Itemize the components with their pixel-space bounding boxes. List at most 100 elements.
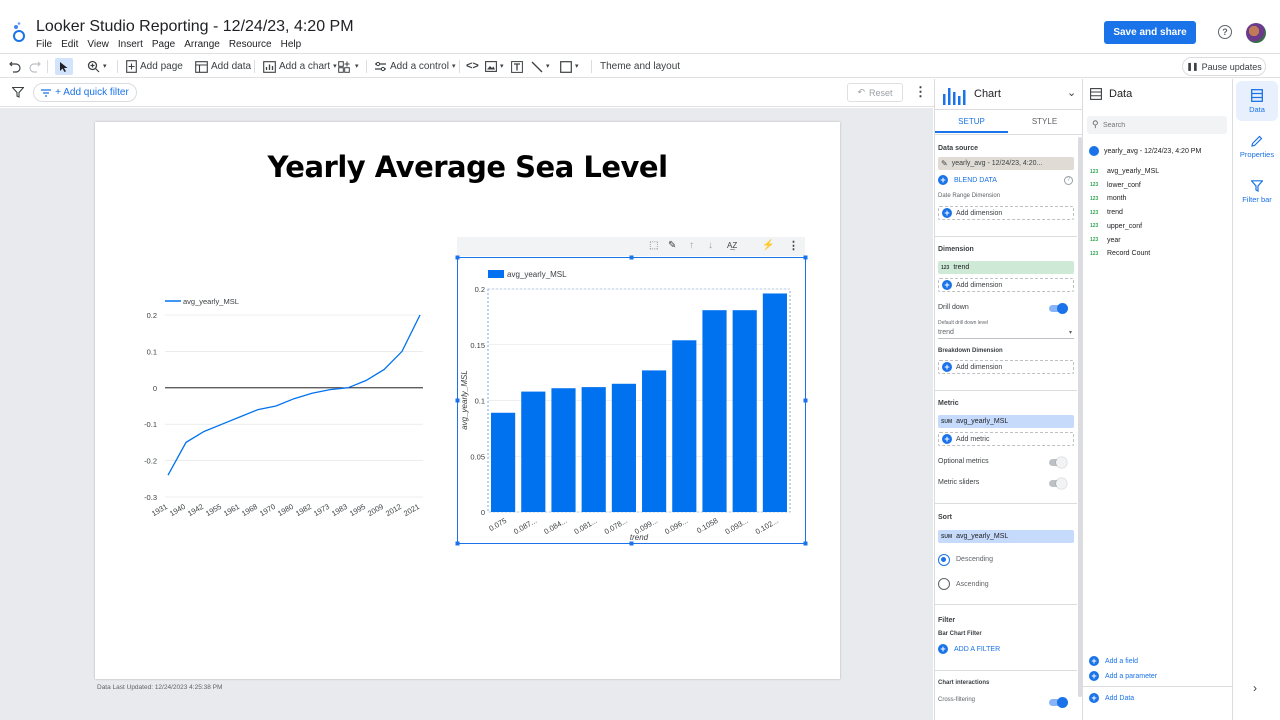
metric-chip-avg-yearly-msl[interactable]: SUM avg_yearly_MSL — [938, 415, 1074, 428]
default-drill-level-select[interactable]: trend ▾ — [938, 329, 1074, 339]
menu-arrange[interactable]: Arrange — [184, 39, 225, 50]
field-search[interactable]: ⚲ — [1087, 116, 1227, 134]
add-date-dimension-button[interactable]: + Add dimension — [938, 206, 1074, 220]
line-chart[interactable]: 0.2 0.1 0 -0.1 -0.2 -0.3 1931 1940 1942 1955 1961… — [140, 290, 440, 525]
chart-more-icon[interactable]: ⋮ — [788, 239, 799, 252]
resize-handle[interactable] — [629, 255, 634, 260]
metric-value: avg_yearly_MSL — [956, 418, 1009, 425]
bar-legend-swatch — [488, 270, 504, 278]
lightning-icon[interactable]: ⚡ — [762, 240, 774, 251]
dimension-label: Dimension — [938, 246, 974, 253]
add-page-button[interactable]: Add page — [126, 58, 183, 75]
menu-file[interactable]: File — [36, 39, 57, 50]
data-source-selector[interactable]: ✎ yearly_avg - 12/24/23, 4:20... — [938, 157, 1074, 170]
report-title[interactable]: Yearly Average Sea Level — [95, 150, 840, 184]
text-icon[interactable] — [511, 58, 523, 75]
resize-handle[interactable] — [455, 255, 460, 260]
reset-label: Reset — [869, 87, 893, 98]
add-quick-filter-button[interactable]: + Add quick filter — [33, 83, 137, 102]
image-icon[interactable]: ▾ — [485, 58, 504, 75]
field-item[interactable]: 123 upper_conf — [1090, 223, 1142, 230]
menu-resource[interactable]: Resource — [229, 39, 277, 50]
add-data-button[interactable]: Add data — [195, 58, 251, 75]
menu-help[interactable]: Help — [281, 39, 307, 50]
chart-type-dropdown-icon[interactable]: ⌄ — [1067, 86, 1076, 99]
save-and-share-button[interactable]: Save and share — [1104, 21, 1196, 44]
blend-data-button[interactable]: + BLEND DATA — [938, 175, 997, 185]
looker-studio-logo-icon[interactable] — [12, 22, 26, 42]
arrow-down-icon[interactable]: ↓ — [708, 240, 713, 251]
line-icon[interactable]: ▾ — [531, 58, 550, 75]
sort-chip[interactable]: SUM avg_yearly_MSL — [938, 530, 1074, 543]
menu-page[interactable]: Page — [152, 39, 180, 50]
embed-code-icon[interactable]: <> — [466, 58, 479, 75]
field-item[interactable]: 123 month — [1090, 195, 1126, 202]
resize-handle[interactable] — [455, 398, 460, 403]
reset-button[interactable]: ↶ Reset — [847, 83, 903, 102]
resize-handle[interactable] — [629, 541, 634, 546]
undo-icon[interactable] — [9, 58, 21, 75]
arrow-up-icon[interactable]: ↑ — [689, 240, 694, 251]
sort-az-icon[interactable]: A͢Z — [727, 241, 737, 250]
report-name[interactable]: Looker Studio Reporting - 12/24/23, 4:20… — [36, 18, 354, 36]
add-breakdown-dimension-button[interactable]: + Add dimension — [938, 360, 1074, 374]
field-item[interactable]: 123 year — [1090, 237, 1121, 244]
add-parameter-button[interactable]: + Add a parameter — [1089, 671, 1157, 681]
tab-setup[interactable]: SETUP — [935, 111, 1008, 133]
tab-style[interactable]: STYLE — [1008, 111, 1081, 133]
resize-handle[interactable] — [803, 398, 808, 403]
optional-metrics-toggle[interactable] — [1049, 457, 1067, 468]
dimension-chip-trend[interactable]: 123 trend — [938, 261, 1074, 274]
select-pointer-icon[interactable] — [55, 58, 73, 75]
help-icon[interactable]: ? — [1218, 25, 1232, 39]
bar-chart-type-icon[interactable] — [942, 84, 968, 106]
menu-view[interactable]: View — [87, 39, 114, 50]
menu-edit[interactable]: Edit — [61, 39, 83, 50]
avatar[interactable] — [1246, 23, 1266, 43]
drill-down-toggle[interactable] — [1049, 303, 1068, 314]
edit-pencil-icon[interactable]: ✎ — [668, 240, 676, 251]
line-x-tick-label: 1931 — [150, 502, 169, 518]
theme-and-layout-button[interactable]: Theme and layout — [600, 58, 680, 75]
resize-handle[interactable] — [803, 255, 808, 260]
table-icon — [1090, 88, 1102, 100]
add-filter-button[interactable]: + ADD A FILTER — [938, 644, 1000, 654]
select-area-icon[interactable]: ⬚ — [649, 240, 658, 251]
community-viz-icon[interactable]: ▾ — [338, 58, 359, 75]
cross-filtering-toggle[interactable] — [1049, 697, 1068, 708]
zoom-icon[interactable]: ▾ — [87, 58, 107, 75]
add-chart-button[interactable]: Add a chart ▾ — [263, 58, 337, 75]
data-source-item[interactable]: yearly_avg - 12/24/23, 4:20 PM — [1089, 146, 1201, 156]
field-item[interactable]: 123 Record Count — [1090, 250, 1150, 257]
metric-sliders-toggle[interactable] — [1049, 478, 1067, 489]
add-metric-button[interactable]: + Add metric — [938, 432, 1074, 446]
add-data-source-button[interactable]: + Add Data — [1089, 693, 1134, 703]
filter-icon[interactable] — [12, 87, 24, 98]
plus-icon: + — [1089, 656, 1099, 666]
bar-chart[interactable]: 0.20.150.10.050 0.075 0.087... 0.084... 0.0… — [455, 255, 810, 547]
rail-data-button[interactable]: Data — [1236, 81, 1278, 121]
search-input[interactable] — [1103, 119, 1223, 131]
resize-handle[interactable] — [803, 541, 808, 546]
add-field-button[interactable]: + Add a field — [1089, 656, 1138, 666]
rail-filter-bar-button[interactable]: Filter bar — [1236, 172, 1278, 212]
bar — [672, 340, 697, 512]
rail-properties-button[interactable]: Properties — [1236, 127, 1278, 167]
menu-insert[interactable]: Insert — [118, 39, 148, 50]
add-dimension-button[interactable]: + Add dimension — [938, 278, 1074, 292]
line-y-tick-label: 0.1 — [147, 347, 157, 356]
field-item[interactable]: 123 trend — [1090, 209, 1123, 216]
add-control-button[interactable]: Add a control ▾ — [374, 58, 455, 75]
resize-handle[interactable] — [455, 541, 460, 546]
shape-icon[interactable]: ▾ — [560, 58, 579, 75]
redo-icon[interactable] — [29, 58, 41, 75]
help-icon[interactable]: ? — [1064, 176, 1073, 185]
pause-updates-button[interactable]: ❚❚ Pause updates — [1182, 57, 1266, 76]
chevron-right-icon[interactable]: › — [1253, 681, 1257, 695]
ascending-radio[interactable] — [938, 578, 950, 590]
field-item[interactable]: 123 avg_yearly_MSL — [1090, 168, 1159, 175]
descending-radio[interactable] — [938, 554, 950, 566]
more-options-icon[interactable]: ⋮ — [914, 85, 927, 99]
blend-data-label: BLEND DATA — [954, 176, 997, 184]
field-item[interactable]: 123 lower_conf — [1090, 182, 1141, 189]
